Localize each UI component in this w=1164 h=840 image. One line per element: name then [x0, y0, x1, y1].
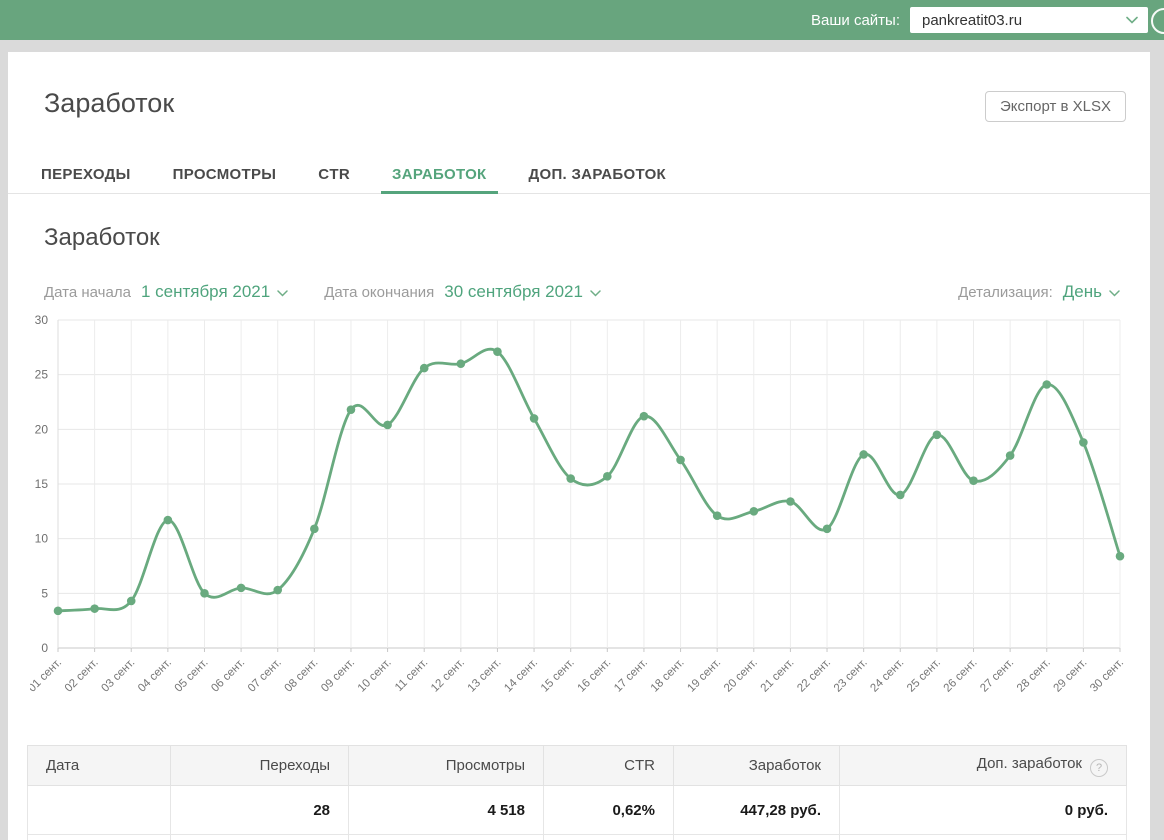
svg-text:10 сент.: 10 сент. — [356, 657, 394, 695]
table-row — [27, 834, 1127, 840]
tab-prosmotry[interactable]: ПРОСМОТРЫ — [162, 155, 288, 193]
svg-text:06 сент.: 06 сент. — [209, 657, 247, 695]
svg-text:12 сент.: 12 сент. — [429, 657, 467, 695]
cell-extra-earnings: 0 руб. — [839, 785, 1127, 835]
tab-zarabotok[interactable]: ЗАРАБОТОК — [381, 155, 498, 194]
svg-text:23 сент.: 23 сент. — [832, 657, 870, 695]
start-date-filter: Дата начала 1 сентября 2021 — [44, 282, 288, 302]
export-xlsx-button[interactable]: Экспорт в XLSX — [984, 91, 1126, 122]
col-clicks: Переходы — [170, 745, 349, 786]
svg-text:30: 30 — [35, 313, 49, 327]
svg-text:10: 10 — [35, 532, 49, 546]
svg-text:11 сент.: 11 сент. — [393, 657, 430, 694]
svg-text:19 сент.: 19 сент. — [685, 657, 723, 695]
svg-text:16 сент.: 16 сент. — [575, 657, 613, 695]
cell-date — [27, 785, 171, 835]
svg-text:15 сент.: 15 сент. — [539, 657, 577, 695]
cell-views: 4 518 — [348, 785, 544, 835]
detail-filter: Детализация: День — [958, 282, 1120, 302]
end-date-filter: Дата окончания 30 сентября 2021 — [324, 282, 601, 302]
tab-ctr[interactable]: CTR — [307, 155, 361, 193]
detail-value: День — [1062, 282, 1102, 301]
detail-select[interactable]: День — [1063, 282, 1120, 302]
tab-dop-zarabotok[interactable]: ДОП. ЗАРАБОТОК — [518, 155, 677, 193]
cell-earnings: 447,28 руб. — [673, 785, 840, 835]
chevron-down-icon — [1109, 282, 1120, 302]
chevron-down-icon — [590, 282, 601, 302]
page-title: Заработок — [44, 88, 175, 118]
start-date-value: 1 сентября 2021 — [140, 282, 271, 301]
svg-text:07 сент.: 07 сент. — [246, 657, 284, 695]
svg-text:15: 15 — [35, 477, 49, 491]
filters-row: Дата начала 1 сентября 2021 Дата окончан… — [44, 282, 1120, 302]
stats-table: Дата Переходы Просмотры CTR Заработок До… — [27, 745, 1127, 840]
svg-text:04 сент.: 04 сент. — [136, 657, 174, 695]
detail-label: Детализация: — [958, 284, 1053, 301]
chevron-down-icon — [1126, 11, 1138, 29]
svg-text:29 сент.: 29 сент. — [1052, 657, 1090, 695]
end-date-select[interactable]: 30 сентября 2021 — [444, 282, 601, 302]
col-views: Просмотры — [348, 745, 544, 786]
section-title: Заработок — [44, 224, 160, 251]
chevron-down-icon — [277, 282, 288, 302]
svg-text:27 сент.: 27 сент. — [978, 657, 1016, 695]
svg-text:21 сент.: 21 сент. — [759, 657, 797, 695]
table-header-row: Дата Переходы Просмотры CTR Заработок До… — [27, 745, 1127, 786]
cell-ctr: 0,62% — [543, 785, 674, 835]
site-select[interactable]: pankreatit03.ru — [910, 7, 1148, 33]
svg-text:05 сент.: 05 сент. — [173, 657, 211, 695]
svg-text:02 сент.: 02 сент. — [63, 657, 101, 695]
svg-text:14 сент.: 14 сент. — [502, 657, 540, 695]
site-select-value: pankreatit03.ru — [922, 11, 1023, 29]
svg-text:18 сент.: 18 сент. — [649, 657, 687, 695]
start-date-select[interactable]: 1 сентября 2021 — [141, 282, 288, 302]
svg-text:09 сент.: 09 сент. — [319, 657, 357, 695]
svg-text:08 сент.: 08 сент. — [283, 657, 321, 695]
svg-text:24 сент.: 24 сент. — [868, 657, 906, 695]
your-sites-label: Ваши сайты: — [811, 11, 900, 29]
cell-clicks: 28 — [170, 785, 349, 835]
svg-text:30 сент.: 30 сент. — [1088, 657, 1126, 695]
svg-text:28 сент.: 28 сент. — [1015, 657, 1053, 695]
svg-text:13 сент.: 13 сент. — [466, 657, 504, 695]
profile-circle-icon[interactable] — [1151, 8, 1164, 34]
svg-text:20 сент.: 20 сент. — [722, 657, 760, 695]
help-icon[interactable]: ? — [1090, 758, 1108, 777]
earnings-panel: Заработок Экспорт в XLSX ПЕРЕХОДЫ ПРОСМО… — [8, 52, 1150, 840]
col-date: Дата — [27, 745, 171, 786]
start-date-label: Дата начала — [44, 284, 131, 301]
earnings-chart: 0 5 10 15 20 25 30 01 сент. 02 сент. 03 сент. 04 с… — [26, 304, 1138, 718]
table-row: 28 4 518 0,62% 447,28 руб. 0 руб. — [27, 785, 1127, 835]
col-earnings: Заработок — [673, 745, 840, 786]
col-ctr: CTR — [543, 745, 674, 786]
end-date-label: Дата окончания — [324, 284, 435, 301]
svg-text:25: 25 — [35, 368, 49, 382]
svg-text:22 сент.: 22 сент. — [795, 657, 833, 695]
end-date-value: 30 сентября 2021 — [444, 282, 583, 301]
svg-text:5: 5 — [41, 586, 48, 600]
col-extra-earnings-label: Доп. заработок — [976, 754, 1082, 772]
svg-text:03 сент.: 03 сент. — [99, 657, 137, 695]
tab-perehody[interactable]: ПЕРЕХОДЫ — [30, 155, 142, 193]
svg-text:26 сент.: 26 сент. — [942, 657, 980, 695]
col-extra-earnings: Доп. заработок? — [839, 745, 1127, 786]
svg-text:17 сент.: 17 сент. — [612, 657, 650, 695]
topbar: Ваши сайты: pankreatit03.ru — [0, 0, 1164, 40]
tabs: ПЕРЕХОДЫ ПРОСМОТРЫ CTR ЗАРАБОТОК ДОП. ЗА… — [8, 155, 1150, 194]
svg-text:25 сент.: 25 сент. — [905, 657, 943, 695]
svg-text:20: 20 — [35, 422, 49, 436]
svg-text:0: 0 — [41, 641, 48, 655]
svg-text:01 сент.: 01 сент. — [30, 657, 64, 695]
